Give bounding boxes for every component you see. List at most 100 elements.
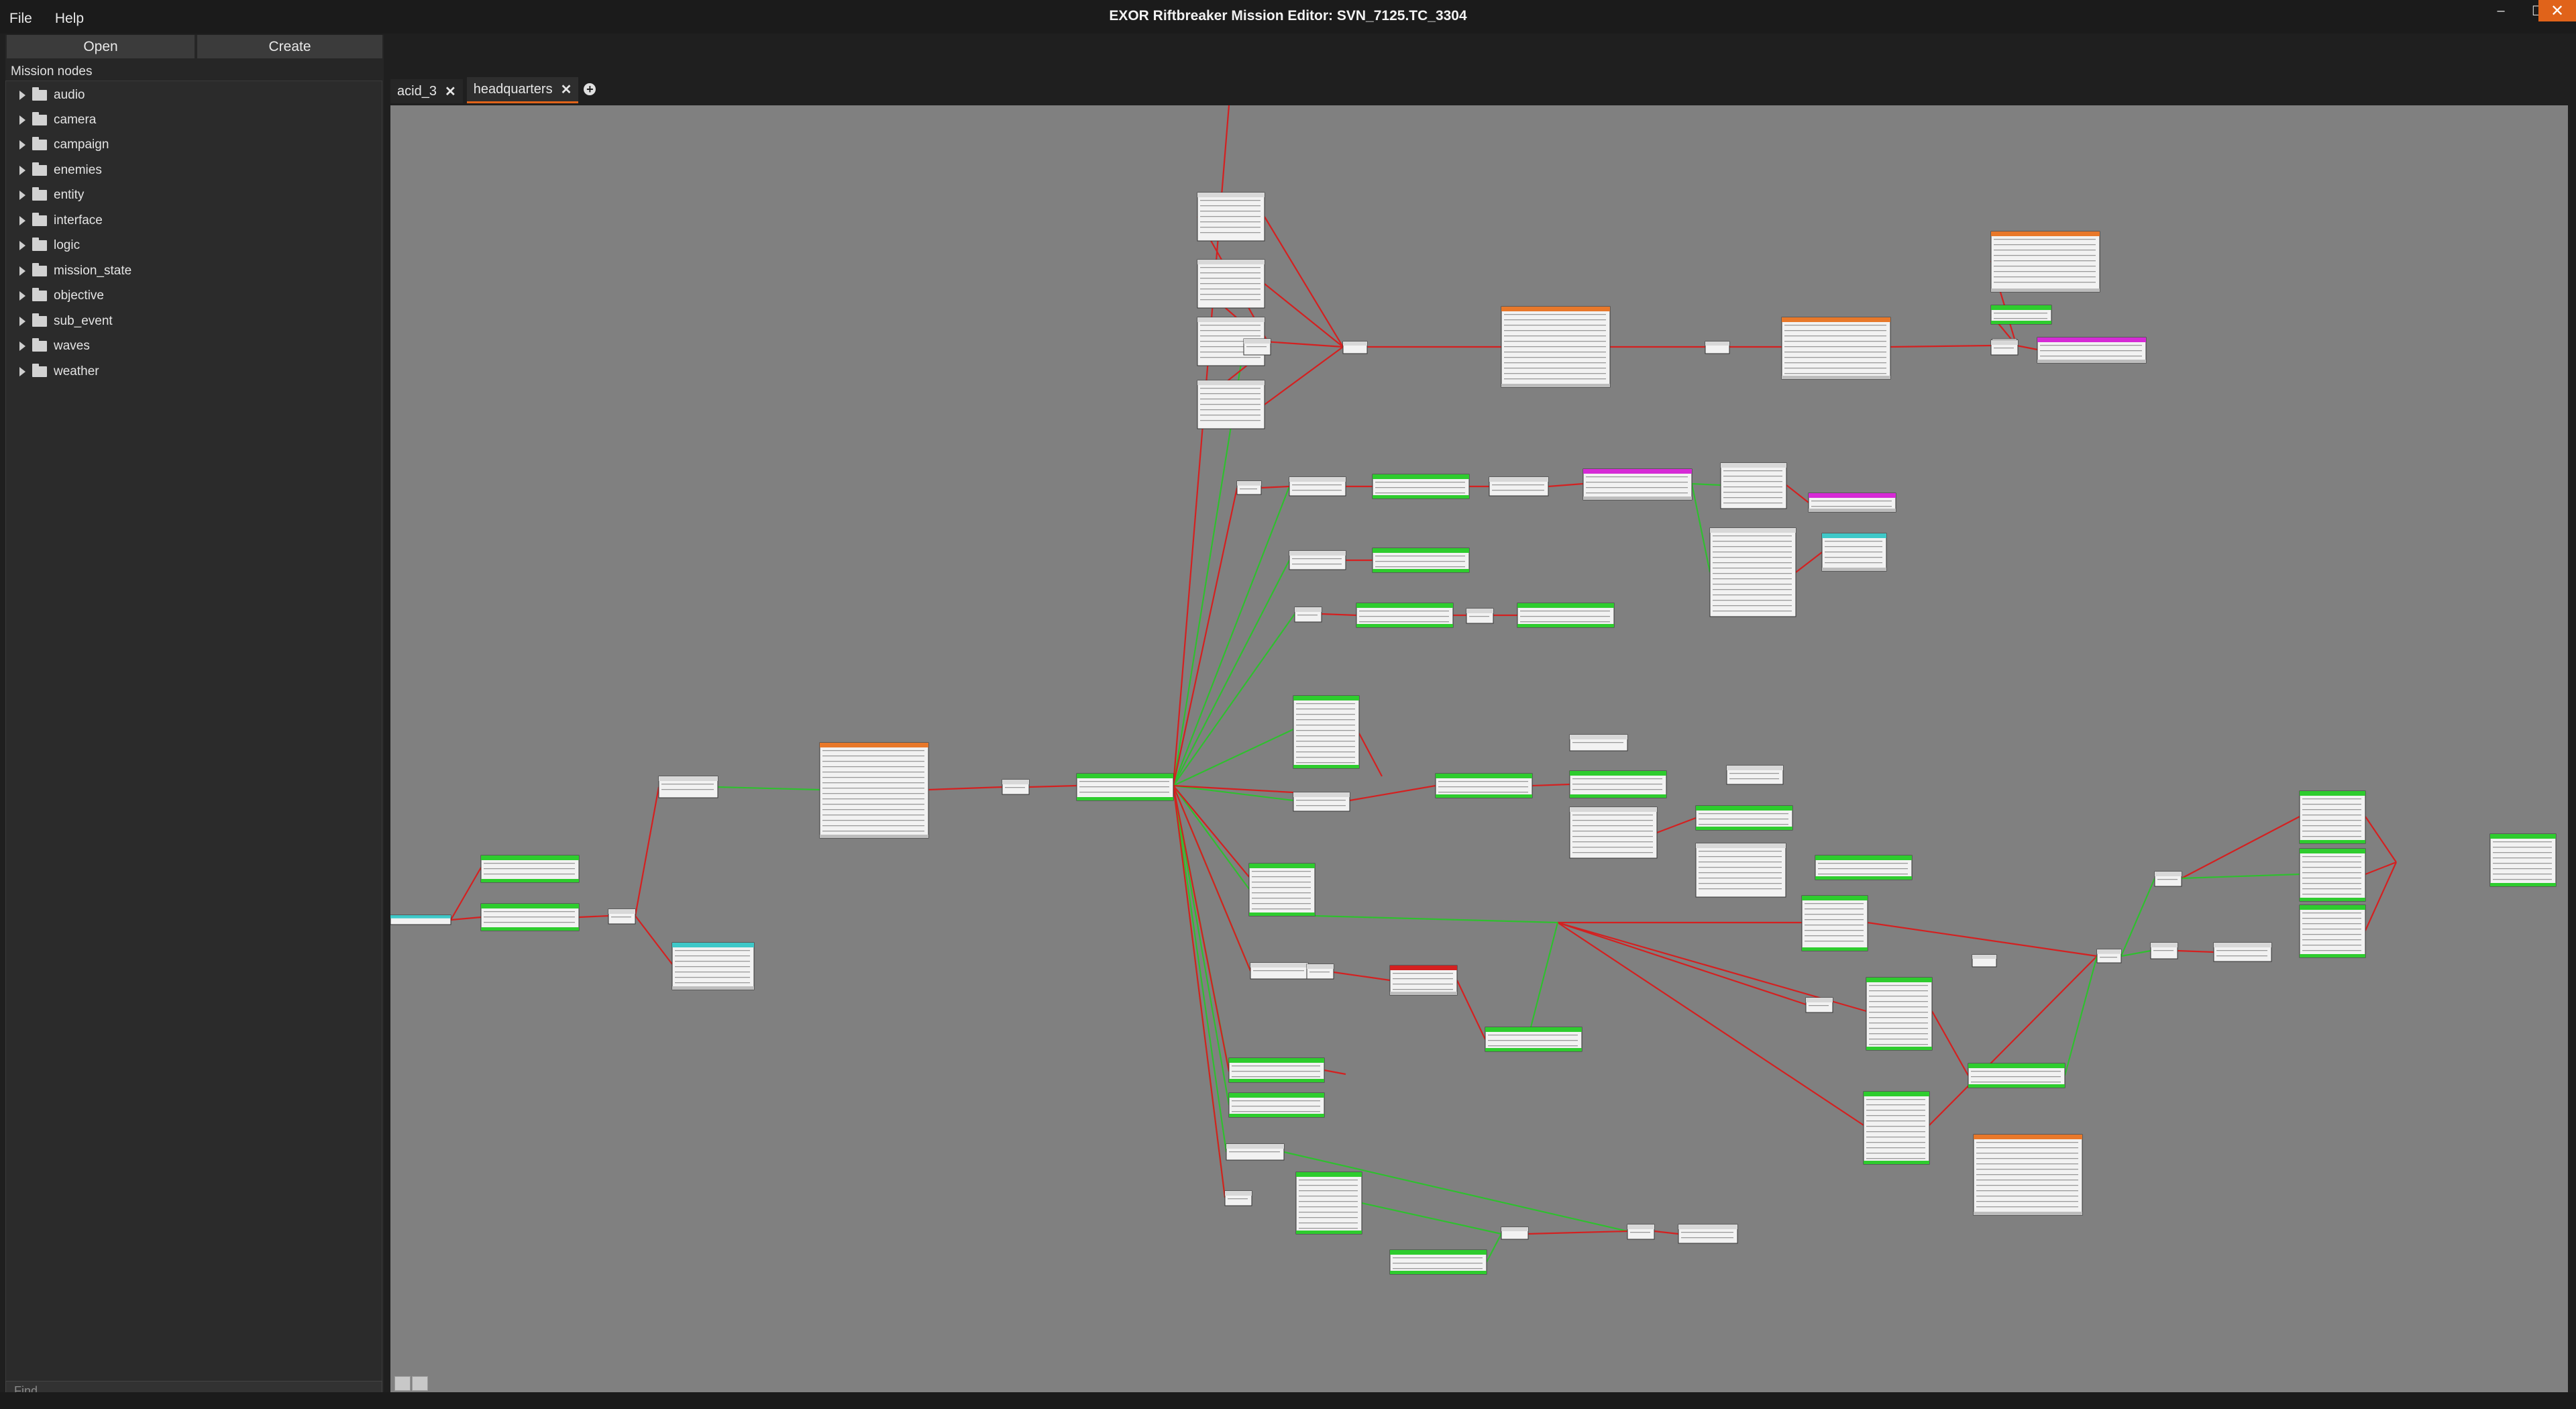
- graph-node[interactable]: [819, 742, 929, 839]
- node-graph-canvas[interactable]: [390, 105, 2568, 1392]
- expand-arrow-icon[interactable]: [19, 241, 25, 250]
- tree-item-weather[interactable]: weather: [19, 360, 99, 383]
- expand-arrow-icon[interactable]: [19, 342, 25, 351]
- graph-node[interactable]: [1569, 806, 1658, 859]
- graph-node[interactable]: [1289, 550, 1346, 570]
- graph-node[interactable]: [1295, 1171, 1362, 1235]
- graph-node[interactable]: [1781, 317, 1891, 380]
- graph-node[interactable]: [658, 776, 718, 798]
- graph-node[interactable]: [1489, 476, 1549, 497]
- graph-node[interactable]: [2213, 942, 2272, 962]
- graph-node[interactable]: [1342, 341, 1368, 354]
- graph-node[interactable]: [1801, 895, 1868, 951]
- graph-node[interactable]: [1501, 1227, 1529, 1240]
- graph-node[interactable]: [1972, 954, 1997, 968]
- graph-node[interactable]: [1236, 480, 1262, 495]
- close-tab-icon[interactable]: ✕: [445, 83, 456, 100]
- graph-node[interactable]: [1866, 977, 1933, 1051]
- graph-node[interactable]: [1294, 607, 1322, 623]
- graph-node[interactable]: [1485, 1027, 1582, 1052]
- graph-node[interactable]: [1968, 1063, 2065, 1088]
- close-button[interactable]: ✕: [2538, 0, 2576, 21]
- graph-node[interactable]: [1002, 779, 1030, 795]
- graph-node[interactable]: [1293, 792, 1350, 812]
- tree-item-objective[interactable]: objective: [19, 284, 104, 307]
- expand-arrow-icon[interactable]: [19, 216, 25, 225]
- graph-node[interactable]: [1076, 773, 1174, 801]
- graph-node[interactable]: [1821, 533, 1887, 572]
- expand-arrow-icon[interactable]: [19, 266, 25, 276]
- graph-node[interactable]: [1248, 863, 1316, 917]
- tree-item-enemies[interactable]: enemies: [19, 159, 102, 182]
- graph-node[interactable]: [2299, 848, 2366, 902]
- graph-node[interactable]: [480, 903, 580, 931]
- expand-arrow-icon[interactable]: [19, 166, 25, 175]
- open-button[interactable]: Open: [7, 35, 195, 58]
- graph-node[interactable]: [390, 915, 451, 925]
- graph-node[interactable]: [1372, 474, 1470, 499]
- expand-arrow-icon[interactable]: [19, 367, 25, 376]
- graph-node[interactable]: [1990, 231, 2100, 293]
- graph-node[interactable]: [1990, 340, 2019, 356]
- graph-node[interactable]: [1709, 527, 1796, 617]
- graph-node[interactable]: [1695, 843, 1786, 898]
- tree-item-waves[interactable]: waves: [19, 335, 90, 358]
- graph-node[interactable]: [1372, 547, 1470, 573]
- graph-node[interactable]: [608, 908, 636, 925]
- add-tab-icon[interactable]: +: [584, 83, 596, 95]
- graph-node[interactable]: [1466, 608, 1494, 624]
- minimize-button[interactable]: –: [2482, 0, 2520, 21]
- graph-node[interactable]: [672, 942, 755, 990]
- graph-node[interactable]: [1389, 1249, 1487, 1275]
- tree-item-campaign[interactable]: campaign: [19, 134, 109, 156]
- graph-node[interactable]: [1726, 765, 1784, 785]
- tab-headquarters[interactable]: headquarters ✕: [466, 77, 579, 103]
- graph-node[interactable]: [1306, 963, 1334, 980]
- tree-item-entity[interactable]: entity: [19, 184, 84, 207]
- tab-acid-3[interactable]: acid_3 ✕: [390, 79, 463, 103]
- graph-node[interactable]: [1805, 997, 1833, 1013]
- tree-item-logic[interactable]: logic: [19, 234, 80, 257]
- graph-node[interactable]: [1705, 341, 1730, 354]
- node-graph[interactable]: [390, 105, 2568, 1392]
- graph-node[interactable]: [1678, 1224, 1738, 1244]
- graph-node[interactable]: [2299, 790, 2366, 844]
- graph-node[interactable]: [1808, 492, 1896, 513]
- expand-arrow-icon[interactable]: [19, 115, 25, 125]
- graph-node[interactable]: [1501, 306, 1611, 388]
- graph-node[interactable]: [2299, 904, 2366, 958]
- graph-node[interactable]: [1569, 770, 1667, 798]
- graph-node[interactable]: [1582, 468, 1693, 501]
- graph-node[interactable]: [1720, 462, 1787, 509]
- tree-item-audio[interactable]: audio: [19, 84, 85, 107]
- grid-toggle-button[interactable]: [412, 1376, 428, 1391]
- graph-node[interactable]: [2154, 871, 2182, 887]
- graph-node[interactable]: [1226, 1143, 1285, 1161]
- graph-node[interactable]: [1243, 338, 1271, 356]
- graph-node[interactable]: [1695, 805, 1793, 831]
- create-button[interactable]: Create: [197, 35, 382, 58]
- graph-node[interactable]: [1389, 965, 1458, 996]
- graph-node[interactable]: [1293, 695, 1360, 769]
- graph-node[interactable]: [1627, 1224, 1655, 1240]
- graph-node[interactable]: [1815, 855, 1913, 880]
- expand-arrow-icon[interactable]: [19, 91, 25, 100]
- graph-node[interactable]: [1197, 192, 1265, 242]
- graph-node[interactable]: [1197, 259, 1265, 309]
- graph-node[interactable]: [1990, 305, 2052, 325]
- graph-node[interactable]: [1356, 603, 1454, 628]
- tree-item-sub-event[interactable]: sub_event: [19, 310, 113, 333]
- graph-node[interactable]: [1250, 962, 1309, 980]
- graph-node[interactable]: [1228, 1057, 1325, 1083]
- graph-node[interactable]: [1973, 1134, 2083, 1216]
- close-tab-icon[interactable]: ✕: [561, 81, 572, 98]
- graph-node[interactable]: [2489, 833, 2557, 887]
- graph-node[interactable]: [1197, 380, 1265, 429]
- expand-arrow-icon[interactable]: [19, 191, 25, 200]
- graph-node[interactable]: [1228, 1092, 1325, 1118]
- graph-node[interactable]: [1517, 603, 1615, 628]
- graph-node[interactable]: [1435, 773, 1533, 798]
- graph-node[interactable]: [1224, 1190, 1252, 1206]
- expand-arrow-icon[interactable]: [19, 291, 25, 301]
- tree-item-mission-state[interactable]: mission_state: [19, 260, 131, 282]
